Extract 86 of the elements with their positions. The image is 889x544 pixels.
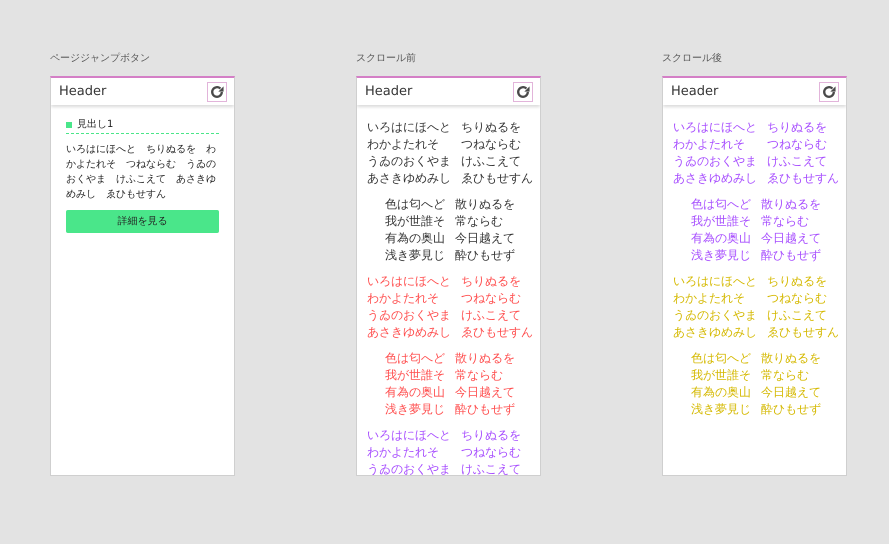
- poem-text: あさきゆめみし: [367, 324, 452, 341]
- poem-text: 我が世誰そ: [385, 213, 446, 230]
- poem-text: 色は匂へど: [691, 350, 752, 367]
- poem-text: あさきゆめみし: [673, 324, 758, 341]
- poem-text: つねならむ: [461, 136, 521, 153]
- poem-text: けふこえて: [461, 153, 521, 170]
- refresh-button[interactable]: [819, 82, 839, 102]
- details-button[interactable]: 詳細を見る: [66, 210, 219, 233]
- poem-text: けふこえて: [461, 461, 521, 475]
- poem-text: 今日越えて: [761, 230, 821, 247]
- header-title: Header: [365, 82, 412, 101]
- screen-caption: ページジャンプボタン: [50, 52, 150, 66]
- poem-text: いろはにほへと: [367, 119, 452, 136]
- poem-text: 有為の奥山: [385, 384, 446, 401]
- refresh-icon: [516, 84, 530, 98]
- poem-text: つねならむ: [461, 444, 521, 461]
- poem-text: けふこえて: [767, 153, 827, 170]
- poem-text: ちりぬるを: [461, 273, 521, 290]
- refresh-button[interactable]: [207, 82, 227, 102]
- poem-text: 今日越えて: [761, 384, 821, 401]
- refresh-button[interactable]: [513, 82, 533, 102]
- poem-text: わかよたれそ: [673, 290, 746, 307]
- poem-text: わかよたれそ: [367, 136, 440, 153]
- header-title: Header: [671, 82, 718, 101]
- poem-text: 浅き夢見じ: [691, 247, 752, 264]
- poem-text: 常ならむ: [761, 367, 809, 384]
- poem-text: 有為の奥山: [385, 230, 446, 247]
- poem-text: けふこえて: [767, 307, 827, 324]
- poem-text: いろはにほへと: [673, 273, 758, 290]
- poem-text: ゑひもせすん: [461, 324, 533, 341]
- poem-text: 酔ひもせず: [455, 401, 515, 418]
- poem-text: わかよたれそ: [367, 444, 440, 461]
- poem-text: つねならむ: [461, 290, 521, 307]
- poem-text: 散りぬるを: [761, 196, 821, 213]
- poem-text: ゑひもせすん: [767, 324, 839, 341]
- poem-text: 酔ひもせず: [761, 247, 821, 264]
- poem-text: 散りぬるを: [455, 350, 515, 367]
- poem-text: いろはにほへと: [367, 427, 452, 444]
- square-icon: [66, 122, 72, 128]
- poem-text: 今日越えて: [455, 384, 515, 401]
- poem-text: うゐのおくやま: [367, 153, 452, 170]
- poem-text: ちりぬるを: [461, 427, 521, 444]
- poem-text: つねならむ: [767, 290, 827, 307]
- poem-text: ちりぬるを: [767, 119, 827, 136]
- poem-text: あさきゆめみし: [367, 170, 452, 187]
- screen-caption: スクロール後: [662, 52, 722, 66]
- poem-text: 浅き夢見じ: [691, 401, 752, 418]
- poem-text: 有為の奥山: [691, 230, 752, 247]
- heading-text: 見出し1: [77, 118, 114, 132]
- body-text: いろはにほへと ちりぬるを わかよたれそ つねならむ うゐのおくやま けふこえて あさきゆめみし ゑひもせすん: [66, 143, 217, 202]
- poem-text: 常ならむ: [455, 213, 503, 230]
- poem-text: 今日越えて: [455, 230, 515, 247]
- header-title: Header: [59, 82, 106, 101]
- poem-text: 色は匂へど: [691, 196, 752, 213]
- poem-text: うゐのおくやま: [673, 307, 758, 324]
- refresh-icon: [210, 84, 224, 98]
- poem-text: わかよたれそ: [367, 290, 440, 307]
- poem-text: ちりぬるを: [767, 273, 827, 290]
- poem-text: うゐのおくやま: [367, 461, 452, 475]
- poem-text: ゑひもせすん: [461, 170, 533, 187]
- poem-text: うゐのおくやま: [673, 153, 758, 170]
- poem-text: うゐのおくやま: [367, 307, 452, 324]
- poem-text: 散りぬるを: [455, 196, 515, 213]
- poem-text: 色は匂へど: [385, 350, 446, 367]
- poem-text: 有為の奥山: [691, 384, 752, 401]
- poem-text: 酔ひもせず: [761, 401, 821, 418]
- poem-text: つねならむ: [767, 136, 827, 153]
- refresh-icon: [822, 84, 836, 98]
- poem-text: いろはにほへと: [367, 273, 452, 290]
- poem-text: わかよたれそ: [673, 136, 746, 153]
- poem-text: ちりぬるを: [461, 119, 521, 136]
- poem-text: あさきゆめみし: [673, 170, 758, 187]
- poem-text: 我が世誰そ: [691, 367, 752, 384]
- poem-text: 我が世誰そ: [385, 367, 446, 384]
- poem-text: 浅き夢見じ: [385, 247, 446, 264]
- screen-caption: スクロール前: [356, 52, 416, 66]
- poem-text: いろはにほへと: [673, 119, 758, 136]
- poem-text: 浅き夢見じ: [385, 401, 446, 418]
- poem-text: 色は匂へど: [385, 196, 446, 213]
- poem-text: ゑひもせすん: [767, 170, 839, 187]
- poem-text: 常ならむ: [455, 367, 503, 384]
- poem-text: 常ならむ: [761, 213, 809, 230]
- poem-text: 我が世誰そ: [691, 213, 752, 230]
- poem-text: 散りぬるを: [761, 350, 821, 367]
- poem-text: 酔ひもせず: [455, 247, 515, 264]
- poem-text: けふこえて: [461, 307, 521, 324]
